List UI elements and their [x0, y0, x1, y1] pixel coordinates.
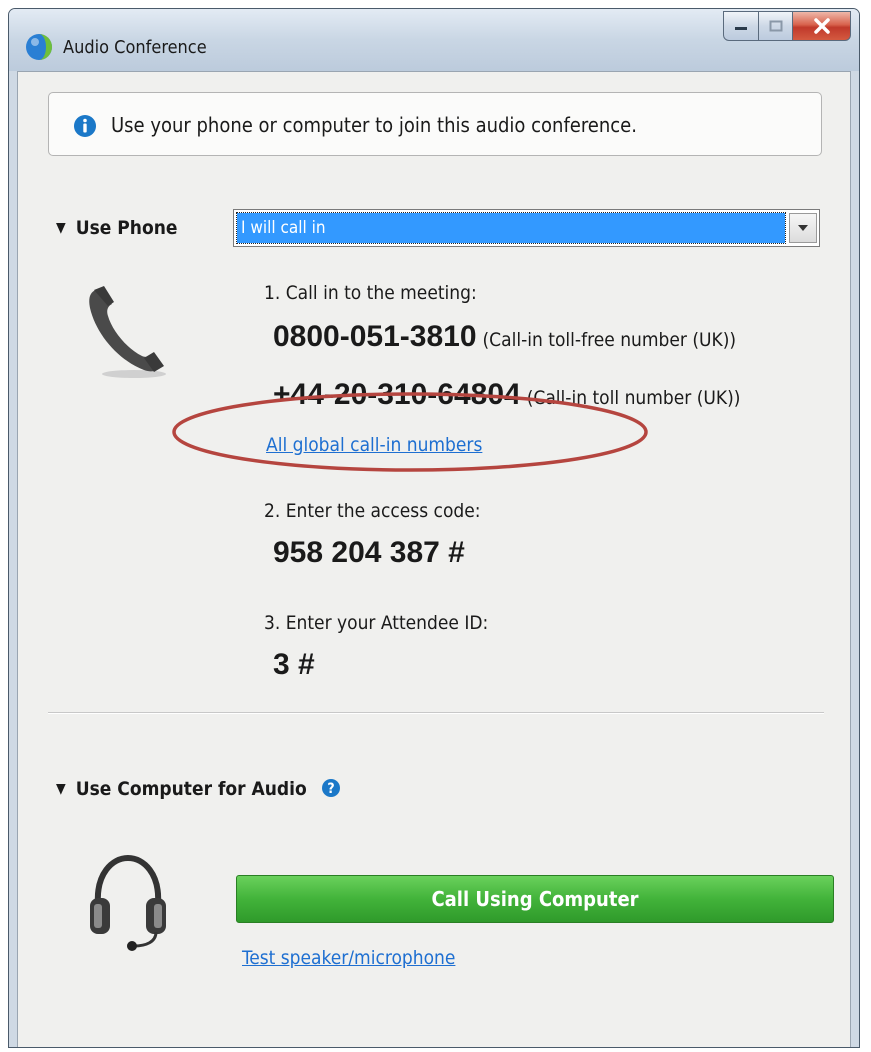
global-call-in-numbers-link[interactable]: All global call-in numbers [266, 434, 482, 456]
toll-number: +44-20-310-64804 [273, 378, 521, 411]
access-code: 958 204 387 # [273, 536, 465, 569]
tollfree-note: (Call-in toll-free number (UK)) [482, 329, 737, 351]
use-phone-label: Use Phone [75, 217, 178, 239]
close-icon [813, 18, 830, 34]
phone-handset-icon [89, 286, 166, 378]
info-banner: Use your phone or computer to join this … [48, 92, 822, 156]
test-speaker-microphone-link[interactable]: Test speaker/microphone [242, 947, 455, 969]
window-controls [723, 11, 851, 41]
globe-app-icon [26, 34, 52, 60]
step-1-label: 1. Call in to the meeting: [264, 282, 477, 304]
call-using-computer-button[interactable]: Call Using Computer [236, 875, 834, 923]
svg-text:?: ? [327, 781, 334, 797]
toll-line: +44-20-310-64804 (Call-in toll number (UK… [273, 378, 740, 412]
tollfree-number: 0800-051-3810 [273, 320, 477, 353]
info-icon [74, 115, 96, 137]
minimize-button[interactable] [723, 11, 759, 41]
maximize-button[interactable] [759, 11, 793, 41]
toll-note: (Call-in toll number (UK)) [526, 387, 741, 409]
help-icon[interactable]: ? [321, 778, 341, 798]
use-phone-heading[interactable]: ▼ Use Phone [56, 217, 178, 239]
attendee-id: 3 # [273, 648, 315, 681]
window-title: Audio Conference [63, 37, 207, 58]
audio-conference-window: Audio Conference Use your phone or compu… [8, 8, 860, 1048]
use-computer-label: Use Computer for Audio [75, 778, 307, 800]
collapse-arrow-icon: ▼ [56, 781, 66, 797]
close-button[interactable] [793, 11, 851, 41]
headset-icon [90, 854, 166, 951]
maximize-icon [769, 20, 782, 32]
dropdown-button[interactable] [789, 213, 817, 243]
use-computer-heading[interactable]: ▼ Use Computer for Audio ? [56, 778, 341, 800]
dropdown-selected-value: I will call in [236, 212, 786, 244]
info-message: Use your phone or computer to join this … [111, 113, 637, 137]
step-3-label: 3. Enter your Attendee ID: [264, 612, 489, 634]
tollfree-line: 0800-051-3810 (Call-in toll-free number (… [273, 320, 736, 354]
minimize-icon [735, 27, 747, 30]
chevron-down-icon [798, 225, 808, 231]
section-divider [48, 712, 824, 714]
title-bar[interactable]: Audio Conference [9, 9, 859, 71]
step-2-label: 2. Enter the access code: [264, 500, 481, 522]
call-option-dropdown[interactable]: I will call in [233, 209, 820, 247]
dialog-content: Use your phone or computer to join this … [17, 71, 851, 1047]
collapse-arrow-icon: ▼ [56, 220, 66, 236]
